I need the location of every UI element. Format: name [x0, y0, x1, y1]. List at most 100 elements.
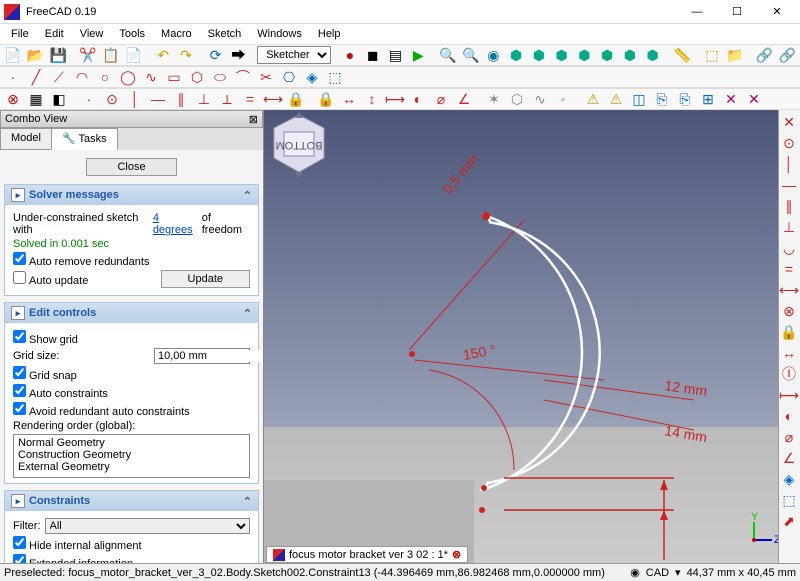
point-icon[interactable]: · — [2, 67, 24, 87]
constr-block-icon[interactable]: ⊗ — [779, 301, 799, 321]
parallel-icon[interactable]: ∥ — [170, 89, 192, 109]
constr-lock-icon[interactable]: 🔒 — [779, 322, 799, 342]
arc-icon[interactable]: ◠ — [71, 67, 93, 87]
constr-horiz-icon[interactable]: — — [779, 175, 799, 195]
select-conflict-icon[interactable]: ⚠ — [582, 89, 604, 109]
filter-select[interactable]: All — [45, 518, 251, 534]
copy-icon[interactable]: 📋 — [100, 45, 122, 65]
constr-equal-icon[interactable]: = — [779, 259, 799, 279]
disty-icon[interactable]: ↕ — [361, 89, 383, 109]
menu-help[interactable]: Help — [311, 26, 348, 42]
grid-snap-check[interactable]: Grid snap — [13, 366, 77, 382]
ellipse-icon[interactable]: ◯ — [117, 67, 139, 87]
lock-icon[interactable]: 🔒 — [315, 89, 337, 109]
nav-style-icon[interactable]: ◉ — [630, 566, 640, 579]
constr-disty-icon[interactable]: Ⓘ — [779, 364, 799, 384]
rect-icon[interactable]: ▭ — [163, 67, 185, 87]
save-icon[interactable]: 💾 — [48, 45, 70, 65]
close-window-button[interactable]: ✕ — [758, 1, 796, 23]
constr-distx-icon[interactable]: ↔ — [779, 343, 799, 363]
extended-info-check[interactable]: Extended information — [13, 554, 133, 563]
constr-diam-icon[interactable]: ⌀ — [779, 427, 799, 447]
radius1-dim[interactable]: 12 mm — [664, 377, 709, 399]
constr-radius-icon[interactable]: ◐ — [779, 406, 799, 426]
bspline-icon[interactable]: ∿ — [140, 67, 162, 87]
undo-icon[interactable]: ↶ — [152, 45, 174, 65]
zoom-fit-icon[interactable]: 🔍 — [437, 45, 459, 65]
external-icon[interactable]: ⎔ — [278, 67, 300, 87]
menu-sketch[interactable]: Sketch — [201, 26, 249, 42]
nav-style-label[interactable]: CAD — [646, 567, 669, 579]
radius-icon[interactable]: ◐ — [407, 89, 429, 109]
angle-dim[interactable]: 150 ° — [462, 341, 497, 362]
combo-close-icon[interactable]: ⊠ — [249, 113, 258, 126]
doc-close-icon[interactable]: ⊗ — [452, 548, 461, 561]
view-rear-icon[interactable]: ⬢ — [596, 45, 618, 65]
equal-icon[interactable]: = — [239, 89, 261, 109]
link2-icon[interactable]: 🔗 — [776, 45, 798, 65]
show-grid-check[interactable]: Show grid — [13, 330, 78, 346]
block-icon[interactable]: 🔒 — [285, 89, 307, 109]
leave-sketch-icon[interactable]: ⊗ — [2, 89, 24, 109]
dof-link[interactable]: 4 degrees — [153, 212, 198, 236]
delete2-icon[interactable]: ✕ — [743, 89, 765, 109]
paste-icon[interactable]: 📄 — [123, 45, 145, 65]
view-bot-icon[interactable]: ⬢ — [619, 45, 641, 65]
construction-icon[interactable]: ⬚ — [324, 67, 346, 87]
constr-parallel-icon[interactable]: ∥ — [779, 196, 799, 216]
polyline-icon[interactable]: ⟋ — [48, 67, 70, 87]
macro-stop-icon[interactable]: ◼ — [362, 45, 384, 65]
constr-coincident-icon[interactable]: ✕ — [779, 112, 799, 132]
grid-size-input[interactable]: ▲▼ — [154, 348, 250, 364]
horizontal-icon[interactable]: — — [147, 89, 169, 109]
list-item[interactable]: Construction Geometry — [16, 449, 247, 461]
navigation-cube[interactable]: BOTTOM — [264, 110, 334, 180]
array-icon[interactable]: ⊞ — [697, 89, 719, 109]
menu-file[interactable]: File — [4, 26, 36, 42]
zoom-sel-icon[interactable]: 🔍 — [460, 45, 482, 65]
list-item[interactable]: Normal Geometry — [16, 437, 247, 449]
workbench-selector[interactable]: Sketcher — [257, 46, 331, 64]
mirror-icon[interactable]: ◫ — [628, 89, 650, 109]
solver-panel-header[interactable]: ▸ Solver messages ⌃ — [5, 185, 258, 205]
group-icon[interactable]: 📁 — [724, 45, 746, 65]
whatsthis-icon[interactable]: ⮕ — [228, 45, 250, 65]
minimize-button[interactable]: — — [678, 1, 716, 23]
macro-list-icon[interactable]: ▤ — [385, 45, 407, 65]
fillet-icon[interactable]: ⌒ — [232, 67, 254, 87]
close-button[interactable]: Close — [86, 158, 176, 176]
radius2-dim[interactable]: 14 mm — [663, 422, 708, 445]
measure-icon[interactable]: 📏 — [671, 45, 693, 65]
circle-icon[interactable]: ○ — [94, 67, 116, 87]
constr-symm-icon[interactable]: ⟷ — [779, 280, 799, 300]
menu-edit[interactable]: Edit — [38, 26, 71, 42]
coincident-icon[interactable]: · — [78, 89, 100, 109]
draw-style-icon[interactable]: ◉ — [483, 45, 505, 65]
open-icon[interactable]: 📂 — [25, 45, 47, 65]
bspline-knot-icon[interactable]: ◦ — [552, 89, 574, 109]
auto-constraints-check[interactable]: Auto constraints — [13, 384, 108, 400]
part-icon[interactable]: ⬚ — [701, 45, 723, 65]
3d-viewport[interactable]: 150 ° 12 mm 14 mm 0,5 mm Y Z BOTTOM — [264, 110, 800, 563]
menu-macro[interactable]: Macro — [154, 26, 199, 42]
slot-icon[interactable]: ⬭ — [209, 67, 231, 87]
distx-icon[interactable]: ↔ — [338, 89, 360, 109]
constr-tangent-icon[interactable]: ◡ — [779, 238, 799, 258]
view-section-icon[interactable]: ◧ — [48, 89, 70, 109]
bspline-deg-icon[interactable]: ✶ — [483, 89, 505, 109]
refresh-icon[interactable]: ⟳ — [205, 45, 227, 65]
hide-internal-check[interactable]: Hide internal alignment — [13, 536, 142, 552]
select-redundant-icon[interactable]: ⚠ — [605, 89, 627, 109]
perpendicular-icon[interactable]: ⊥ — [193, 89, 215, 109]
constr-ref-icon[interactable]: ⬈ — [779, 511, 799, 531]
constr-intern-icon[interactable]: ⬚ — [779, 490, 799, 510]
edit-panel-header[interactable]: ▸ Edit controls ⌃ — [5, 303, 258, 323]
angle-icon[interactable]: ∠ — [453, 89, 475, 109]
redo-icon[interactable]: ↷ — [175, 45, 197, 65]
constr-dist-icon[interactable]: ⟼ — [779, 385, 799, 405]
copy2-icon[interactable]: ⎘ — [674, 89, 696, 109]
sketch-canvas[interactable]: 150 ° 12 mm 14 mm 0,5 mm Y Z — [264, 110, 784, 563]
tab-model[interactable]: Model — [0, 128, 52, 150]
trim-icon[interactable]: ✂ — [255, 67, 277, 87]
constr-perp-icon[interactable]: ⊥ — [779, 217, 799, 237]
